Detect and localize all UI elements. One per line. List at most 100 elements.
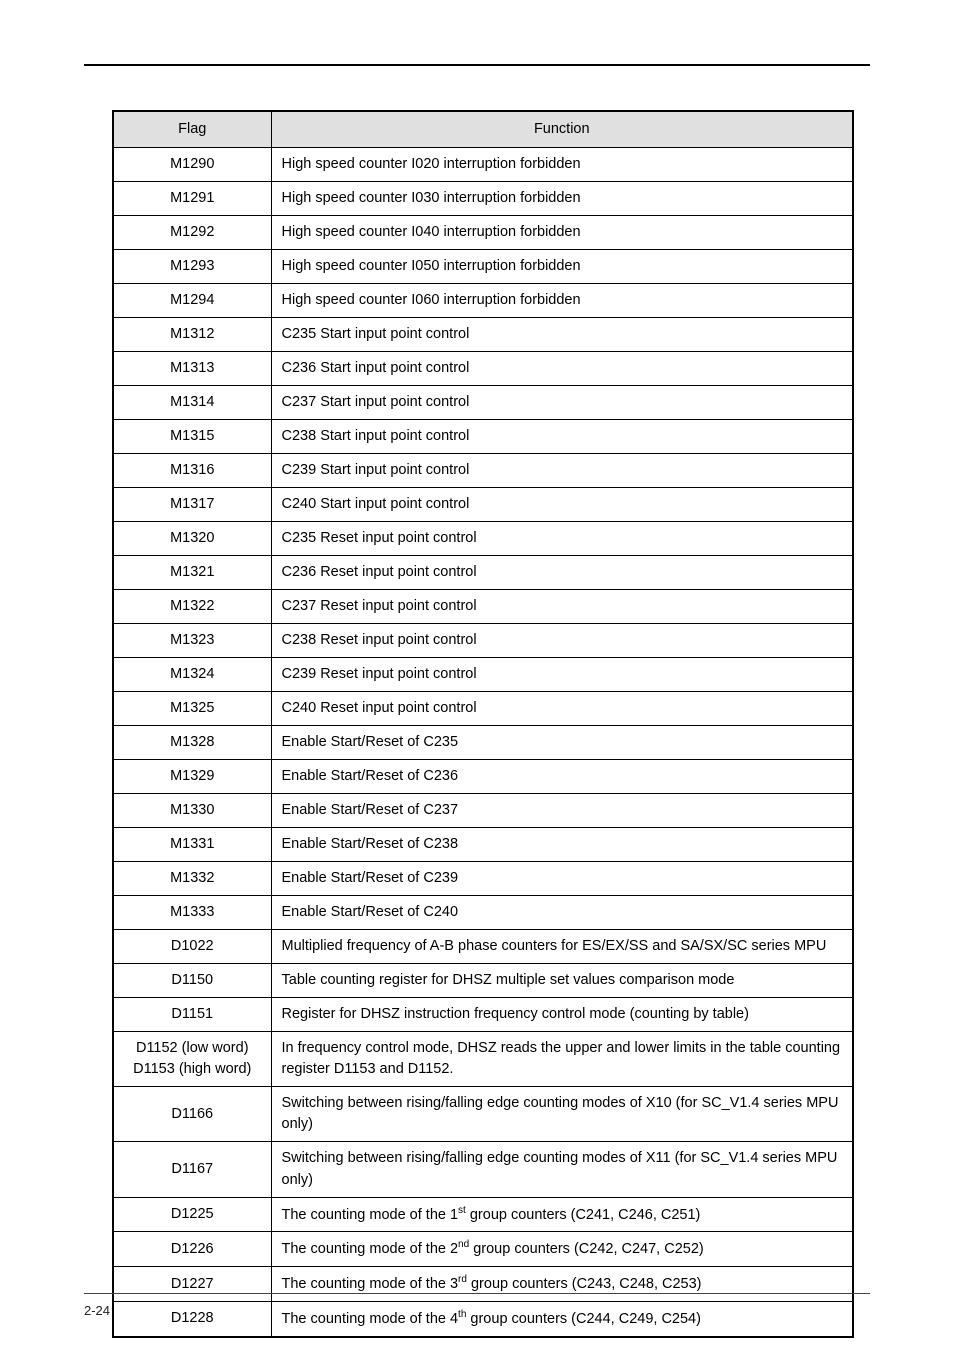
- table-row: M1317C240 Start input point control: [113, 488, 853, 522]
- function-cell: Enable Start/Reset of C236: [271, 760, 853, 794]
- table-row: D1150Table counting register for DHSZ mu…: [113, 964, 853, 998]
- function-cell: Enable Start/Reset of C235: [271, 726, 853, 760]
- header-function: Function: [271, 111, 853, 148]
- flag-cell: D1227: [113, 1267, 271, 1302]
- table-row: M1293High speed counter I050 interruptio…: [113, 250, 853, 284]
- function-cell: Register for DHSZ instruction frequency …: [271, 998, 853, 1032]
- flag-cell: D1225: [113, 1197, 271, 1232]
- table-row: M1314C237 Start input point control: [113, 386, 853, 420]
- table-row: M1313C236 Start input point control: [113, 352, 853, 386]
- table-row: D1166Switching between rising/falling ed…: [113, 1087, 853, 1142]
- flag-function-table: Flag Function M1290High speed counter I0…: [112, 110, 854, 1338]
- function-cell: High speed counter I030 interruption for…: [271, 182, 853, 216]
- table-header-row: Flag Function: [113, 111, 853, 148]
- table-row: D1225The counting mode of the 1st group …: [113, 1197, 853, 1232]
- table-row: D1151Register for DHSZ instruction frequ…: [113, 998, 853, 1032]
- table-row: M1323C238 Reset input point control: [113, 624, 853, 658]
- flag-cell: M1321: [113, 556, 271, 590]
- function-cell: C236 Start input point control: [271, 352, 853, 386]
- flag-cell: M1322: [113, 590, 271, 624]
- flag-cell: D1228: [113, 1302, 271, 1337]
- flag-cell: D1226: [113, 1232, 271, 1267]
- ordinal-suffix: th: [458, 1309, 466, 1320]
- table-row: D1022Multiplied frequency of A-B phase c…: [113, 930, 853, 964]
- flag-cell: M1325: [113, 692, 271, 726]
- function-cell: Enable Start/Reset of C240: [271, 896, 853, 930]
- flag-cell: M1329: [113, 760, 271, 794]
- header-flag: Flag: [113, 111, 271, 148]
- function-cell: Table counting register for DHSZ multipl…: [271, 964, 853, 998]
- table-row: D1227The counting mode of the 3rd group …: [113, 1267, 853, 1302]
- function-cell: Multiplied frequency of A-B phase counte…: [271, 930, 853, 964]
- table-row: M1328Enable Start/Reset of C235: [113, 726, 853, 760]
- table-row: M1333Enable Start/Reset of C240: [113, 896, 853, 930]
- flag-cell: M1313: [113, 352, 271, 386]
- table-row: M1294High speed counter I060 interruptio…: [113, 284, 853, 318]
- table-row: M1330Enable Start/Reset of C237: [113, 794, 853, 828]
- flag-cell: M1291: [113, 182, 271, 216]
- table-row: M1325C240 Reset input point control: [113, 692, 853, 726]
- table-row: M1329Enable Start/Reset of C236: [113, 760, 853, 794]
- flag-cell: M1333: [113, 896, 271, 930]
- function-cell: C237 Reset input point control: [271, 590, 853, 624]
- flag-cell: M1328: [113, 726, 271, 760]
- function-cell: The counting mode of the 1st group count…: [271, 1197, 853, 1232]
- table-row: M1291High speed counter I030 interruptio…: [113, 182, 853, 216]
- ordinal-suffix: st: [458, 1205, 466, 1216]
- table-row: M1320C235 Reset input point control: [113, 522, 853, 556]
- function-cell: The counting mode of the 4th group count…: [271, 1302, 853, 1337]
- table-row: D1226The counting mode of the 2nd group …: [113, 1232, 853, 1267]
- function-cell: Enable Start/Reset of C238: [271, 828, 853, 862]
- table-row: M1312C235 Start input point control: [113, 318, 853, 352]
- flag-cell: M1314: [113, 386, 271, 420]
- flag-cell: D1150: [113, 964, 271, 998]
- function-cell: C239 Reset input point control: [271, 658, 853, 692]
- flag-cell: D1167: [113, 1142, 271, 1197]
- ordinal-suffix: nd: [458, 1239, 469, 1250]
- flag-cell: M1324: [113, 658, 271, 692]
- function-cell: C238 Reset input point control: [271, 624, 853, 658]
- flag-cell: D1166: [113, 1087, 271, 1142]
- table-row: D1167Switching between rising/falling ed…: [113, 1142, 853, 1197]
- function-cell: High speed counter I020 interruption for…: [271, 148, 853, 182]
- function-cell: In frequency control mode, DHSZ reads th…: [271, 1032, 853, 1087]
- flag-cell: M1292: [113, 216, 271, 250]
- table-row: D1228The counting mode of the 4th group …: [113, 1302, 853, 1337]
- flag-cell: M1312: [113, 318, 271, 352]
- flag-cell: M1332: [113, 862, 271, 896]
- function-cell: Enable Start/Reset of C237: [271, 794, 853, 828]
- table-row: M1331Enable Start/Reset of C238: [113, 828, 853, 862]
- table-row: M1290High speed counter I020 interruptio…: [113, 148, 853, 182]
- table-row: M1332Enable Start/Reset of C239: [113, 862, 853, 896]
- table-row: M1292High speed counter I040 interruptio…: [113, 216, 853, 250]
- table-row: M1321C236 Reset input point control: [113, 556, 853, 590]
- flag-cell: M1316: [113, 454, 271, 488]
- function-cell: C235 Start input point control: [271, 318, 853, 352]
- ordinal-suffix: rd: [458, 1274, 467, 1285]
- function-cell: High speed counter I060 interruption for…: [271, 284, 853, 318]
- function-cell: C236 Reset input point control: [271, 556, 853, 590]
- flag-cell: M1331: [113, 828, 271, 862]
- table-row: M1316C239 Start input point control: [113, 454, 853, 488]
- function-cell: C240 Reset input point control: [271, 692, 853, 726]
- flag-cell: M1317: [113, 488, 271, 522]
- top-rule: [84, 64, 870, 66]
- function-cell: C235 Reset input point control: [271, 522, 853, 556]
- function-cell: C239 Start input point control: [271, 454, 853, 488]
- function-cell: Switching between rising/falling edge co…: [271, 1142, 853, 1197]
- function-cell: High speed counter I050 interruption for…: [271, 250, 853, 284]
- function-cell: C240 Start input point control: [271, 488, 853, 522]
- table-row: M1322C237 Reset input point control: [113, 590, 853, 624]
- table-row: M1315C238 Start input point control: [113, 420, 853, 454]
- table-row: D1152 (low word)D1153 (high word)In freq…: [113, 1032, 853, 1087]
- flag-function-table-container: Flag Function M1290High speed counter I0…: [112, 110, 854, 1338]
- page-number: 2-24: [84, 1303, 110, 1318]
- flag-cell: D1022: [113, 930, 271, 964]
- flag-cell: M1315: [113, 420, 271, 454]
- function-cell: Enable Start/Reset of C239: [271, 862, 853, 896]
- flag-cell: M1320: [113, 522, 271, 556]
- function-cell: Switching between rising/falling edge co…: [271, 1087, 853, 1142]
- flag-cell: D1151: [113, 998, 271, 1032]
- flag-cell: M1330: [113, 794, 271, 828]
- function-cell: High speed counter I040 interruption for…: [271, 216, 853, 250]
